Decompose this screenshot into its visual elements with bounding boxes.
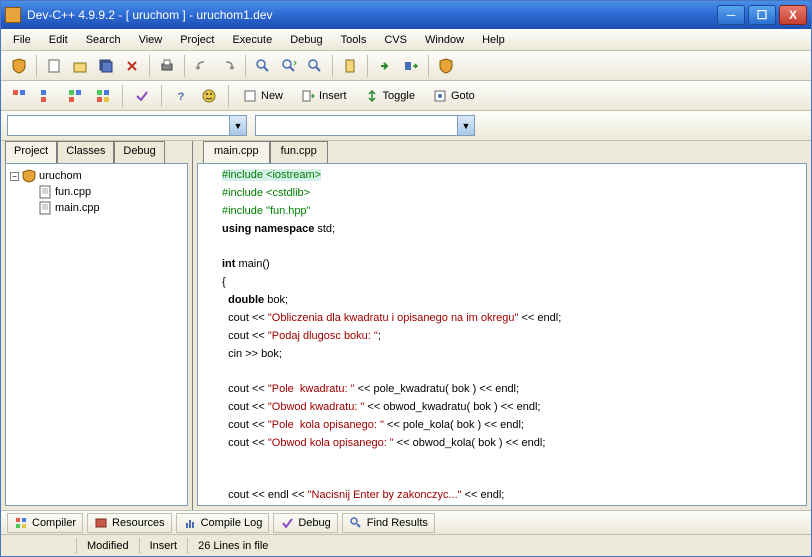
compile-icon[interactable] bbox=[338, 54, 362, 78]
open-icon[interactable] bbox=[68, 54, 92, 78]
window-title: Dev-C++ 4.9.9.2 - [ uruchom ] - uruchom1… bbox=[27, 8, 717, 22]
combo-row: ▼ ▼ bbox=[1, 111, 811, 141]
undo-icon[interactable] bbox=[190, 54, 214, 78]
file-tab-fun[interactable]: fun.cpp bbox=[270, 141, 328, 163]
grid2-icon[interactable] bbox=[35, 84, 59, 108]
grid3-icon[interactable] bbox=[63, 84, 87, 108]
tab-debug-out[interactable]: Debug bbox=[273, 513, 337, 533]
code-editor[interactable]: #include <iostream> #include <cstdlib> #… bbox=[197, 163, 807, 506]
find-next-icon[interactable] bbox=[303, 54, 327, 78]
file-tabs: main.cpp fun.cpp bbox=[193, 141, 811, 163]
new-file-icon[interactable] bbox=[42, 54, 66, 78]
status-bar: Modified Insert 26 Lines in file bbox=[1, 534, 811, 556]
function-combo[interactable]: ▼ bbox=[255, 115, 475, 136]
tab-find-results[interactable]: Find Results bbox=[342, 513, 435, 533]
help-icon[interactable]: ? bbox=[169, 84, 193, 108]
menu-help[interactable]: Help bbox=[474, 32, 513, 48]
minimize-button[interactable]: ─ bbox=[717, 5, 745, 25]
save-all-icon[interactable] bbox=[94, 54, 118, 78]
compile-run-icon[interactable] bbox=[399, 54, 423, 78]
menu-tools[interactable]: Tools bbox=[333, 32, 375, 48]
tab-compiler[interactable]: Compiler bbox=[7, 513, 83, 533]
main-toolbar bbox=[1, 51, 811, 81]
file-icon bbox=[38, 185, 52, 199]
tree-item[interactable]: fun.cpp bbox=[10, 184, 183, 200]
file-tab-main[interactable]: main.cpp bbox=[203, 141, 270, 163]
titlebar: Dev-C++ 4.9.9.2 - [ uruchom ] - uruchom1… bbox=[1, 1, 811, 29]
new-button[interactable]: New bbox=[236, 84, 290, 108]
insert-button[interactable]: Insert bbox=[294, 84, 354, 108]
menu-cvs[interactable]: CVS bbox=[376, 32, 415, 48]
toggle-button[interactable]: Toggle bbox=[358, 84, 422, 108]
tree-root-label: uruchom bbox=[39, 170, 82, 182]
project-tree: − uruchom fun.cpp main.cpp bbox=[5, 163, 188, 506]
grid1-icon[interactable] bbox=[7, 84, 31, 108]
tab-classes[interactable]: Classes bbox=[57, 141, 114, 163]
output-tabs: Compiler Resources Compile Log Debug Fin… bbox=[1, 510, 811, 534]
about-icon[interactable] bbox=[197, 84, 221, 108]
tree-item[interactable]: main.cpp bbox=[10, 200, 183, 216]
close-file-icon[interactable] bbox=[120, 54, 144, 78]
debug-icon[interactable] bbox=[434, 54, 458, 78]
menu-file[interactable]: File bbox=[5, 32, 39, 48]
app-icon bbox=[5, 7, 21, 23]
tree-item-label: fun.cpp bbox=[55, 186, 91, 198]
menu-window[interactable]: Window bbox=[417, 32, 472, 48]
tab-resources[interactable]: Resources bbox=[87, 513, 172, 533]
tab-debug[interactable]: Debug bbox=[114, 141, 164, 163]
menu-search[interactable]: Search bbox=[78, 32, 129, 48]
tab-project[interactable]: Project bbox=[5, 141, 57, 163]
check-icon[interactable] bbox=[130, 84, 154, 108]
redo-icon[interactable] bbox=[216, 54, 240, 78]
tree-item-label: main.cpp bbox=[55, 202, 100, 214]
maximize-button[interactable]: ☐ bbox=[748, 5, 776, 25]
tree-root[interactable]: − uruchom bbox=[10, 168, 183, 184]
collapse-icon[interactable]: − bbox=[10, 172, 19, 181]
project-icon bbox=[22, 169, 36, 183]
class-combo[interactable]: ▼ bbox=[7, 115, 247, 136]
status-modified: Modified bbox=[76, 538, 139, 554]
tab-compile-log[interactable]: Compile Log bbox=[176, 513, 270, 533]
menu-view[interactable]: View bbox=[131, 32, 171, 48]
run-icon[interactable] bbox=[373, 54, 397, 78]
replace-icon[interactable] bbox=[277, 54, 301, 78]
close-button[interactable]: X bbox=[779, 5, 807, 25]
second-toolbar: ? New Insert Toggle Goto bbox=[1, 81, 811, 111]
print-icon[interactable] bbox=[155, 54, 179, 78]
menu-bar: File Edit Search View Project Execute De… bbox=[1, 29, 811, 51]
shield-icon[interactable] bbox=[7, 54, 31, 78]
menu-debug[interactable]: Debug bbox=[282, 32, 330, 48]
left-tabs: Project Classes Debug bbox=[1, 141, 192, 163]
file-icon bbox=[38, 201, 52, 215]
svg-text:?: ? bbox=[178, 91, 185, 103]
goto-button[interactable]: Goto bbox=[426, 84, 482, 108]
menu-project[interactable]: Project bbox=[172, 32, 222, 48]
grid4-icon[interactable] bbox=[91, 84, 115, 108]
status-insert: Insert bbox=[139, 538, 188, 554]
menu-edit[interactable]: Edit bbox=[41, 32, 76, 48]
menu-execute[interactable]: Execute bbox=[224, 32, 280, 48]
status-lines: 26 Lines in file bbox=[187, 538, 811, 554]
find-icon[interactable] bbox=[251, 54, 275, 78]
